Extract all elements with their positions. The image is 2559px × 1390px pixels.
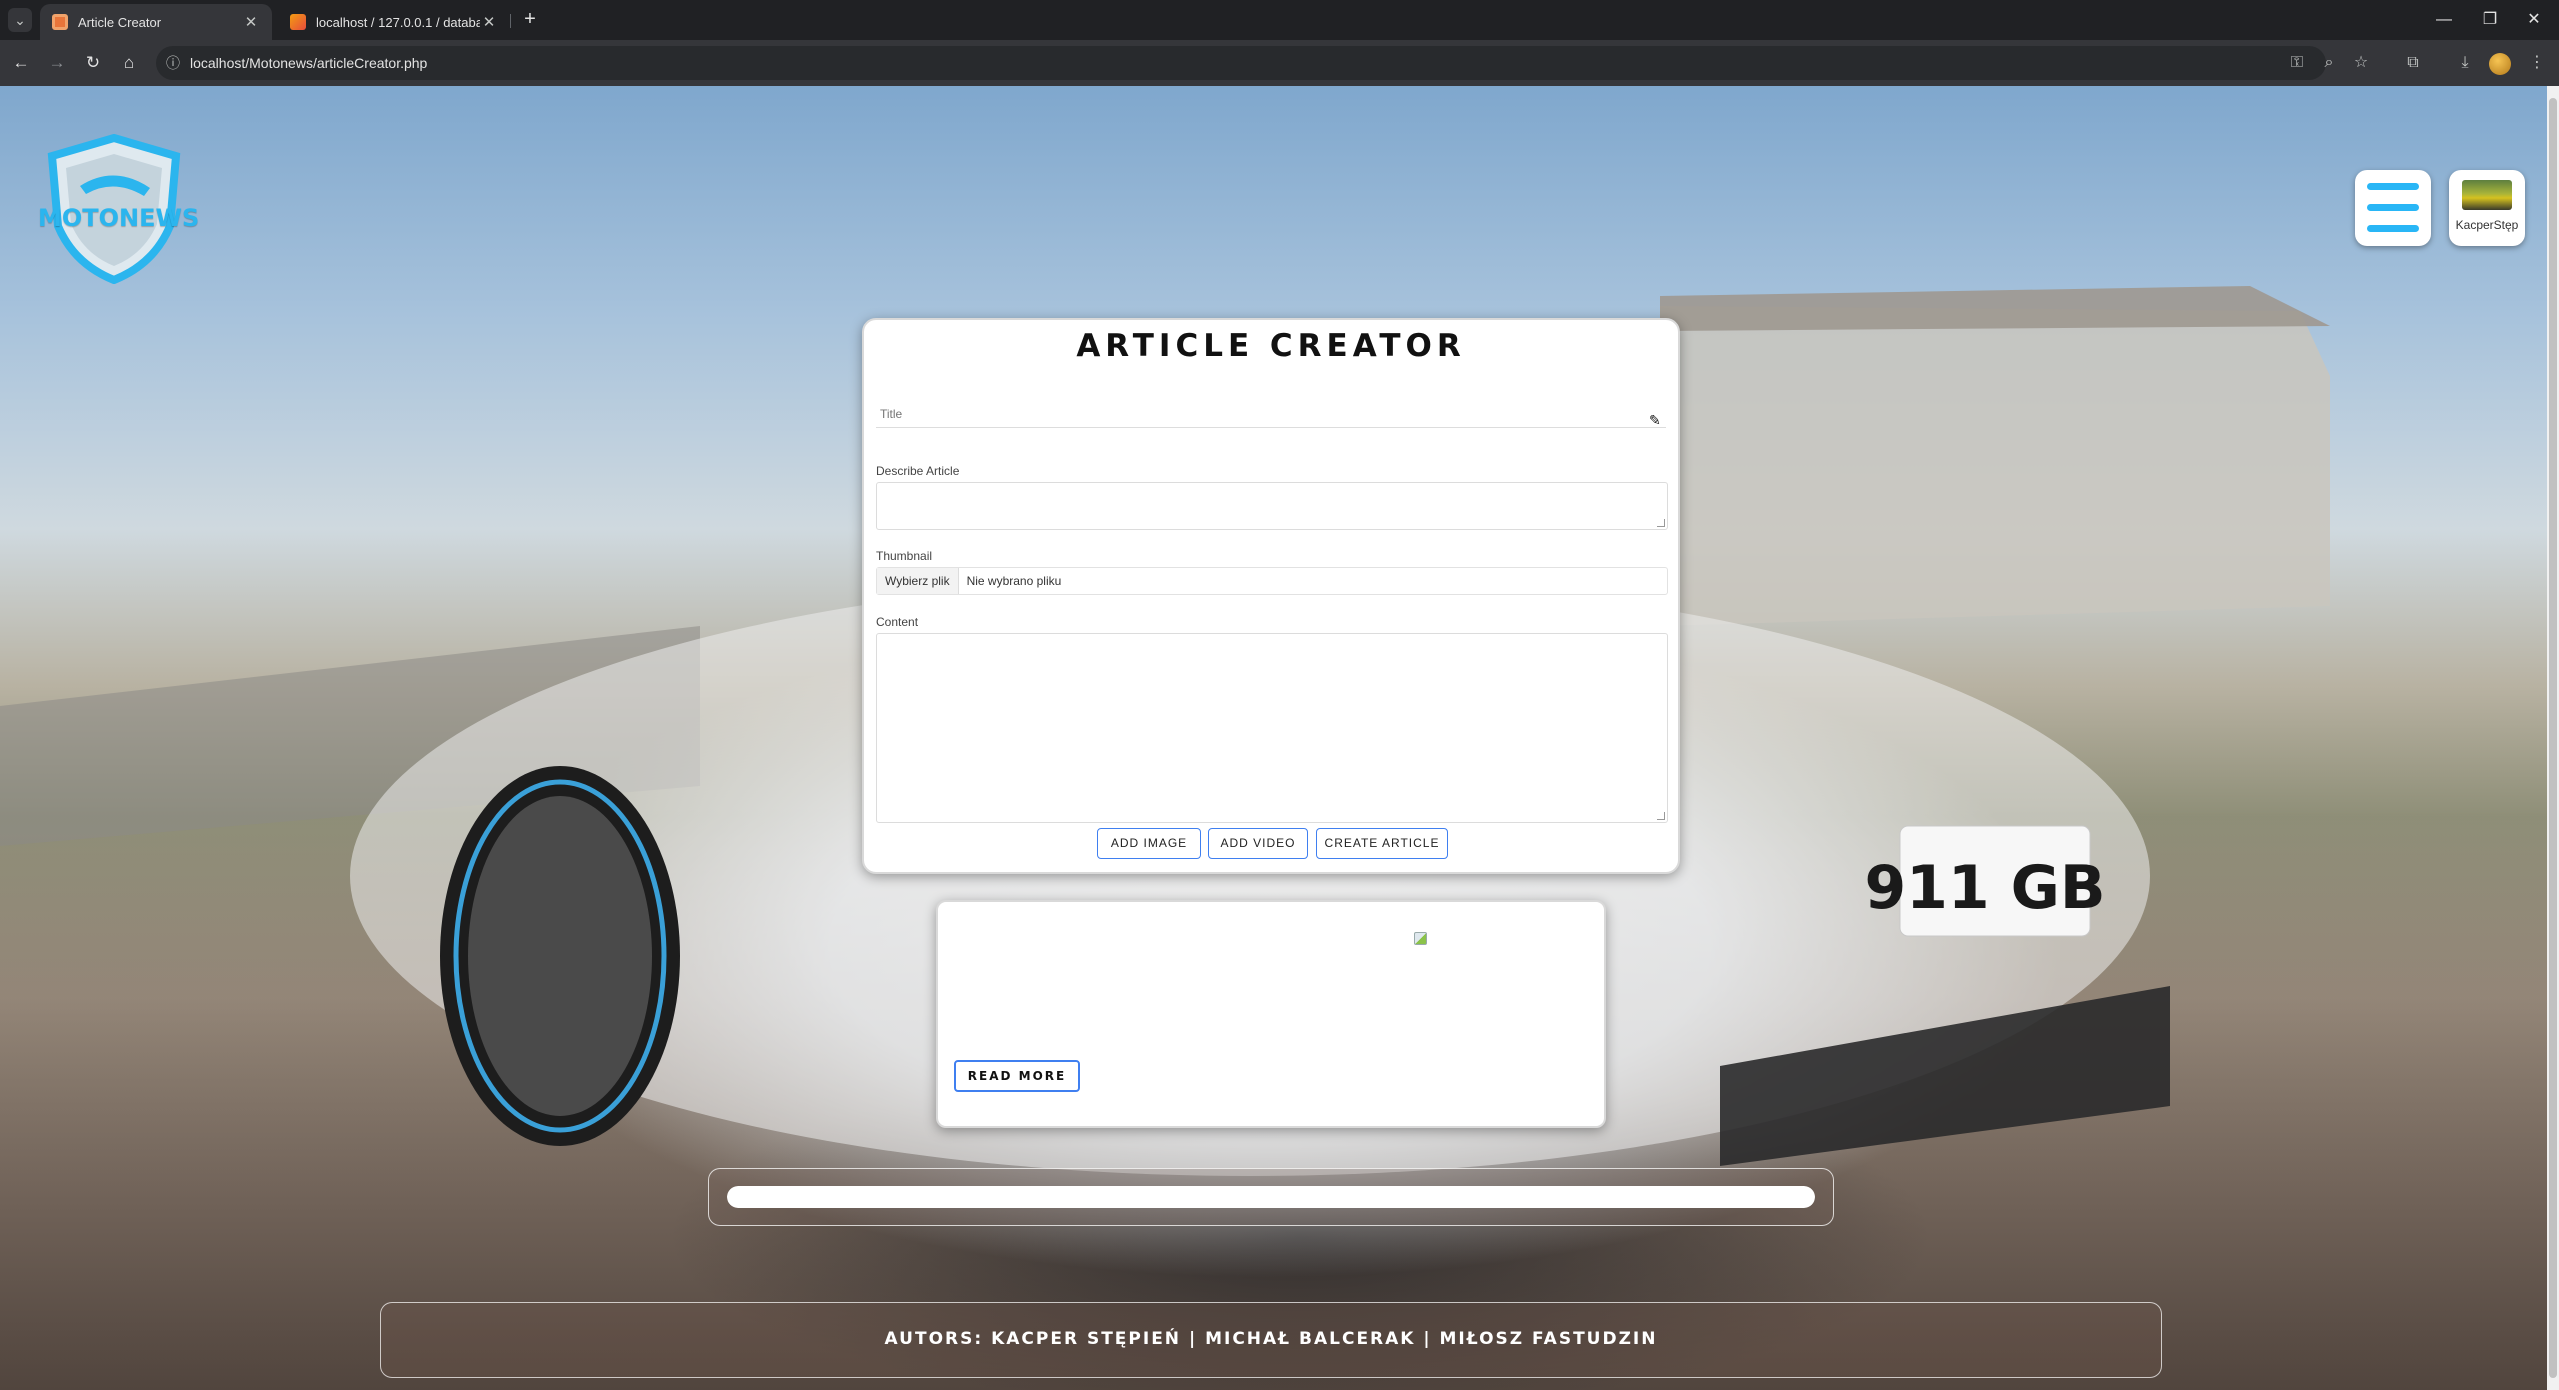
choose-file-button[interactable]: Wybierz plik <box>877 568 959 594</box>
reload-icon[interactable]: ↻ <box>78 48 108 78</box>
broken-image-icon <box>1414 932 1427 945</box>
describe-article-label: Describe Article <box>876 464 960 478</box>
tab-divider <box>510 14 511 28</box>
svg-text:911 GB: 911 GB <box>1864 853 2105 923</box>
menu-line <box>2367 183 2419 190</box>
avatar <box>2462 180 2512 210</box>
motonews-logo[interactable]: MOTONEWS <box>34 133 200 285</box>
progress-bar-container <box>708 1168 1834 1226</box>
site-info-icon[interactable]: ⓘ <box>156 53 190 73</box>
describe-article-textarea[interactable] <box>876 482 1668 530</box>
hamburger-menu-button[interactable] <box>2355 170 2431 246</box>
pen-icon: ✎ <box>1649 412 1661 428</box>
url-text: localhost/Motonews/articleCreator.php <box>190 55 428 71</box>
tab-article-creator[interactable]: Article Creator ✕ <box>40 4 272 40</box>
bookmark-star-icon[interactable]: ☆ <box>2346 48 2376 78</box>
browser-toolbar: ← → ↻ ⌂ ⓘ localhost/Motonews/articleCrea… <box>0 40 2559 86</box>
close-tab-icon[interactable]: ✕ <box>480 13 498 31</box>
read-more-button[interactable]: READ MORE <box>954 1060 1080 1092</box>
progress-fill <box>727 1186 1815 1208</box>
article-creator-form: ARTICLE CREATOR ✎ Describe Article Thumb… <box>862 318 1680 874</box>
footer-credits: AUTORS: KACPER STĘPIEŃ | MICHAŁ BALCERAK… <box>380 1302 2162 1378</box>
new-tab-plus-icon[interactable]: + <box>518 8 542 32</box>
xampp-favicon-icon <box>52 14 68 30</box>
tab-title: Article Creator <box>78 14 162 30</box>
tab-title: localhost / 127.0.0.1 / database <box>316 14 480 30</box>
download-icon[interactable]: ⤓ <box>2450 48 2480 78</box>
logo-text: MOTONEWS <box>38 204 200 232</box>
tab-search-icon[interactable]: ⌄ <box>8 8 32 32</box>
address-bar[interactable]: ⓘ localhost/Motonews/articleCreator.php <box>156 46 2326 80</box>
tab-phpmyadmin[interactable]: localhost / 127.0.0.1 / database ✕ <box>278 4 510 40</box>
thumbnail-label: Thumbnail <box>876 549 933 563</box>
browser-menu-icon[interactable]: ⋮ <box>2522 48 2552 78</box>
home-icon[interactable]: ⌂ <box>114 48 144 78</box>
zoom-icon[interactable]: ⌕ <box>2314 48 2344 78</box>
add-image-button[interactable]: ADD IMAGE <box>1097 828 1201 859</box>
thumbnail-file-input[interactable]: Wybierz plik Nie wybrano pliku <box>876 567 1668 595</box>
menu-line <box>2367 225 2419 232</box>
page-viewport: 911 GB MOTONEWS KacperStęp ARTICLE CREAT… <box>0 86 2547 1390</box>
close-window-icon[interactable]: ✕ <box>2514 6 2554 34</box>
title-input[interactable] <box>876 400 1666 428</box>
progress-track <box>727 1186 1815 1208</box>
phpmyadmin-favicon-icon <box>290 14 306 30</box>
scrollbar-thumb[interactable] <box>2549 98 2557 1378</box>
content-label: Content <box>876 615 919 629</box>
forward-arrow-icon[interactable]: → <box>42 48 72 78</box>
page-title: ARTICLE CREATOR <box>1076 328 1466 364</box>
user-name: KacperStęp <box>2455 218 2519 232</box>
browser-tab-bar: ⌄ Article Creator ✕ localhost / 127.0.0.… <box>0 0 2559 40</box>
minimize-icon[interactable]: — <box>2424 6 2464 34</box>
close-tab-icon[interactable]: ✕ <box>242 13 260 31</box>
file-status-text: Nie wybrano pliku <box>966 574 1062 588</box>
back-arrow-icon[interactable]: ← <box>6 48 36 78</box>
restore-icon[interactable]: ❐ <box>2470 6 2510 34</box>
extensions-icon[interactable]: ⧉ <box>2398 48 2428 78</box>
article-preview-card: READ MORE <box>936 900 1606 1128</box>
user-profile-button[interactable]: KacperStęp <box>2449 170 2525 246</box>
profile-avatar[interactable] <box>2489 53 2511 75</box>
create-article-button[interactable]: CREATE ARTICLE <box>1316 828 1448 859</box>
content-textarea[interactable] <box>876 633 1668 823</box>
add-video-button[interactable]: ADD VIDEO <box>1208 828 1308 859</box>
password-key-icon[interactable]: ⚿ <box>2282 48 2312 78</box>
menu-line <box>2367 204 2419 211</box>
